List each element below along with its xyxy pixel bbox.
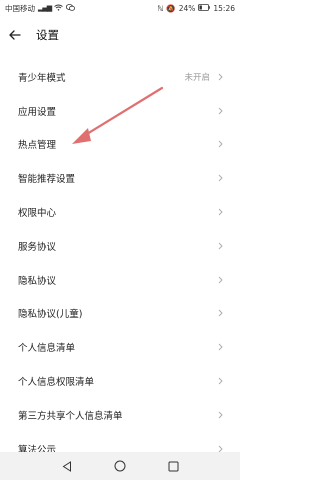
clock: 15:26: [213, 3, 235, 13]
settings-item-label: 隐私协议: [18, 275, 57, 287]
chevron-right-icon: [216, 308, 224, 318]
status-right: ℕ 🔕 24% 15:26: [157, 4, 235, 13]
chevron-right-icon: [216, 275, 224, 285]
nav-back-button[interactable]: [55, 454, 79, 478]
chevron-right-icon: [216, 241, 224, 251]
nfc-icon: ℕ: [157, 3, 164, 13]
status-bar: 中国移动 ▂▄▆ ℕ 🔕 24% 15:26: [0, 0, 240, 16]
square-recents-icon: [168, 461, 179, 471]
settings-item-label: 应用设置: [18, 106, 57, 118]
circle-home-icon: [114, 460, 126, 472]
settings-item-teen-mode[interactable]: 青少年模式 未开启: [0, 60, 240, 94]
settings-item-privacy-agreement[interactable]: 隐私协议: [0, 263, 240, 297]
system-nav-bar: [0, 452, 240, 480]
settings-item-label: 个人信息权限清单: [18, 377, 95, 389]
settings-item-label: 第三方共享个人信息清单: [18, 410, 123, 422]
chevron-right-icon: [216, 207, 224, 217]
chevron-right-icon: [216, 376, 224, 386]
chevron-right-icon: [216, 72, 224, 82]
status-left: 中国移动 ▂▄▆: [5, 3, 76, 14]
mute-icon: 🔕: [166, 3, 176, 13]
settings-item-service-agreement[interactable]: 服务协议: [0, 229, 240, 263]
chevron-right-icon: [216, 106, 224, 116]
back-button[interactable]: [0, 16, 30, 54]
carrier-label: 中国移动: [5, 3, 35, 13]
nav-home-button[interactable]: [108, 454, 132, 478]
settings-item-app-settings[interactable]: 应用设置: [0, 94, 240, 128]
triangle-back-icon: [62, 460, 71, 472]
battery-percent: 24%: [178, 3, 196, 13]
settings-item-personal-info-permission-list[interactable]: 个人信息权限清单: [0, 364, 240, 398]
settings-item-permission-center[interactable]: 权限中心: [0, 195, 240, 229]
page-title: 设置: [36, 28, 59, 42]
settings-item-label: 个人信息清单: [18, 343, 76, 355]
settings-item-label: 权限中心: [18, 208, 57, 220]
signal-icon: ▂▄▆: [38, 4, 52, 12]
chevron-right-icon: [216, 410, 224, 420]
arrow-left-icon: [9, 30, 21, 40]
wechat-notification-icon: [66, 3, 76, 13]
settings-list: 青少年模式 未开启 应用设置 热点管理 智能推荐设置 权限中心 服务协议 隐私协…: [0, 60, 240, 466]
header: 设置: [0, 16, 240, 54]
settings-item-label: 隐私协议(儿童): [18, 309, 83, 321]
settings-item-hotspot-management[interactable]: 热点管理: [0, 128, 240, 162]
teen-mode-status: 未开启: [184, 72, 210, 83]
settings-item-personal-info-list[interactable]: 个人信息清单: [0, 330, 240, 364]
settings-item-label: 智能推荐设置: [18, 174, 76, 186]
wifi-icon: [54, 4, 63, 13]
chevron-right-icon: [216, 139, 224, 149]
settings-item-children-privacy[interactable]: 隐私协议(儿童): [0, 297, 240, 331]
settings-item-label: 服务协议: [18, 241, 57, 253]
battery-icon: [198, 3, 211, 13]
chevron-right-icon: [216, 342, 224, 352]
settings-item-third-party-sharing-list[interactable]: 第三方共享个人信息清单: [0, 398, 240, 432]
settings-item-smart-recommendation[interactable]: 智能推荐设置: [0, 161, 240, 195]
settings-item-label: 青少年模式: [18, 72, 66, 84]
nav-recents-button[interactable]: [161, 454, 185, 478]
chevron-right-icon: [216, 173, 224, 183]
settings-item-label: 热点管理: [18, 140, 57, 152]
